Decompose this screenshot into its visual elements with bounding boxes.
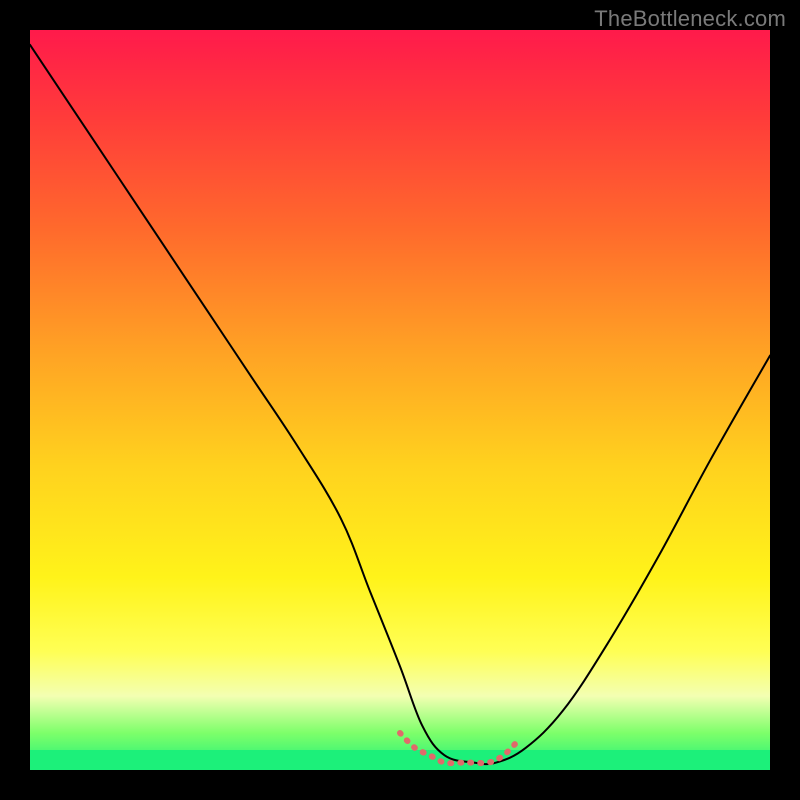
- optimal-range-marker: [400, 733, 518, 763]
- watermark-text: TheBottleneck.com: [594, 6, 786, 32]
- plot-area: [30, 30, 770, 770]
- chart-frame: TheBottleneck.com: [0, 0, 800, 800]
- bottleneck-curve: [30, 45, 770, 764]
- curve-svg: [30, 30, 770, 770]
